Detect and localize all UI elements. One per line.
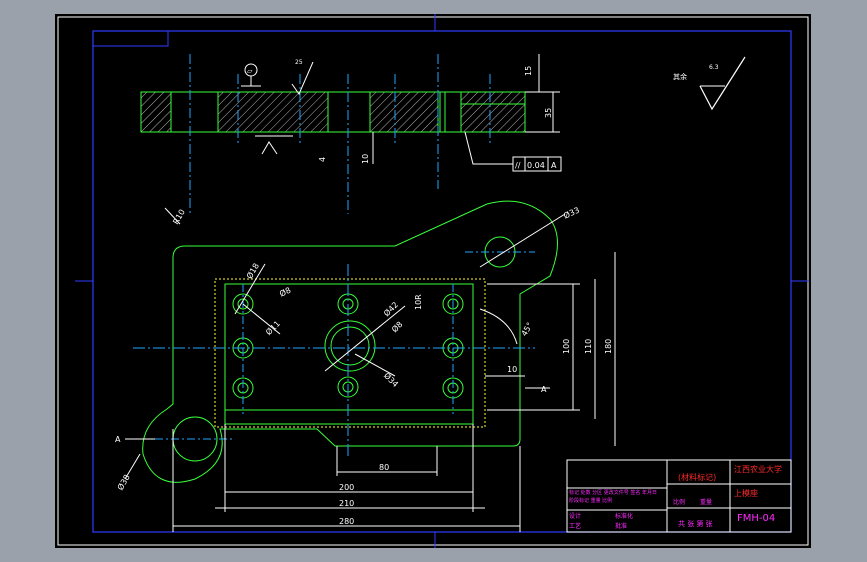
tb-approve: 批准 (615, 522, 627, 530)
dim-phi42: Ø42 (381, 300, 400, 319)
cad-viewport: ▱ 25 15 35 10 4 // 0.04 A 其余 6.3 R10 Ø33… (0, 0, 867, 562)
section-a-right: A (541, 385, 547, 394)
dim-l200: 200 (339, 483, 354, 492)
tb-design-row: 标记 处数 分区 更改文件号 签名 年月日 (569, 489, 657, 496)
center-bore-inner (330, 326, 370, 366)
section-hatch-4 (460, 91, 526, 133)
dim-h110: 110 (584, 339, 593, 354)
tolerance-symbol: // (515, 161, 521, 170)
tolerance-datum: A (551, 161, 557, 170)
tb-sheet: 共 张 第 张 (678, 519, 713, 528)
tb-standard: 标准化 (615, 512, 633, 520)
dim-35: 35 (544, 108, 553, 118)
dim-phi38: Ø38 (115, 473, 132, 492)
tb-part-name: 上模座 (734, 488, 758, 498)
roughness-note-symbol (699, 56, 746, 111)
roughness-note: 其余 6.3 (673, 56, 746, 111)
angle-arc (479, 308, 518, 345)
dim-r10b: 10R (414, 294, 423, 310)
roughness-note-label: 其余 (673, 72, 687, 81)
dim-phi8: Ø8 (278, 285, 293, 299)
section-hatch-3 (369, 91, 439, 133)
section-hatch-2 (217, 91, 329, 133)
drawing-corner-box (92, 30, 169, 47)
roughness-symbol-bottom (261, 141, 278, 155)
dim-l210: 210 (339, 499, 354, 508)
inner-plate (224, 283, 474, 411)
dim-phi11: Ø11 (263, 318, 282, 337)
section-hatch-1 (140, 91, 172, 133)
tb-process: 工艺 (569, 522, 581, 530)
tolerance-leader (464, 131, 513, 165)
dim-phi33: Ø33 (562, 205, 581, 221)
plan-view: R10 Ø33 Ø18 Ø8 Ø11 Ø42 Ø8 Ø34 10R 45° 10… (115, 200, 616, 532)
dim-10: 10 (361, 154, 370, 164)
plate-lip (224, 409, 474, 425)
dim-angle45: 45° (520, 321, 535, 338)
datum-symbol: ▱ (247, 67, 253, 75)
dim-phi34: Ø34 (382, 370, 401, 389)
section-view: ▱ 25 15 35 10 4 // 0.04 A (140, 54, 562, 214)
center-bore-outer (324, 320, 376, 372)
roughness-symbol-top (291, 61, 314, 96)
drawing-canvas[interactable]: ▱ 25 15 35 10 4 // 0.04 A 其余 6.3 R10 Ø33… (55, 14, 811, 548)
dim-h180: 180 (604, 339, 613, 354)
roughness-value-top: 25 (295, 59, 303, 66)
tolerance-value: 0.04 (527, 161, 545, 170)
tb-designer: 设计 (569, 512, 581, 520)
dim-r10: R10 (171, 208, 187, 226)
tb-stage-row: 阶段标记 重量 比例 (569, 497, 612, 504)
tb-drawing-no: FMH-04 (737, 513, 775, 524)
dim-4: 4 (318, 157, 327, 162)
dim-h100: 100 (562, 339, 571, 354)
title-block: (材料标记) 江西农业大学 上模座 FMH-04 标记 处数 分区 更改文件号 … (566, 459, 792, 533)
dim-l80: 80 (379, 463, 389, 472)
part-outline (142, 200, 558, 483)
drawing-svg: ▱ 25 15 35 10 4 // 0.04 A 其余 6.3 R10 Ø33… (57, 14, 809, 548)
leader-phi33 (479, 213, 566, 268)
dim-l10: 10 (507, 365, 517, 374)
tb-ratio: 比例 (673, 498, 685, 506)
tb-material: (材料标记) (678, 472, 716, 482)
section-a-left: A (115, 435, 121, 444)
drawing-border (92, 30, 792, 533)
dim-l280: 280 (339, 517, 354, 526)
roughness-note-value: 6.3 (709, 64, 719, 71)
dim-15: 15 (524, 66, 533, 76)
leader-phi42 (324, 305, 406, 372)
tb-scale: 重量 (700, 498, 712, 506)
tb-school: 江西农业大学 (734, 464, 782, 474)
dim-phi8b: Ø8 (389, 319, 404, 334)
dim-phi18: Ø18 (244, 261, 261, 280)
